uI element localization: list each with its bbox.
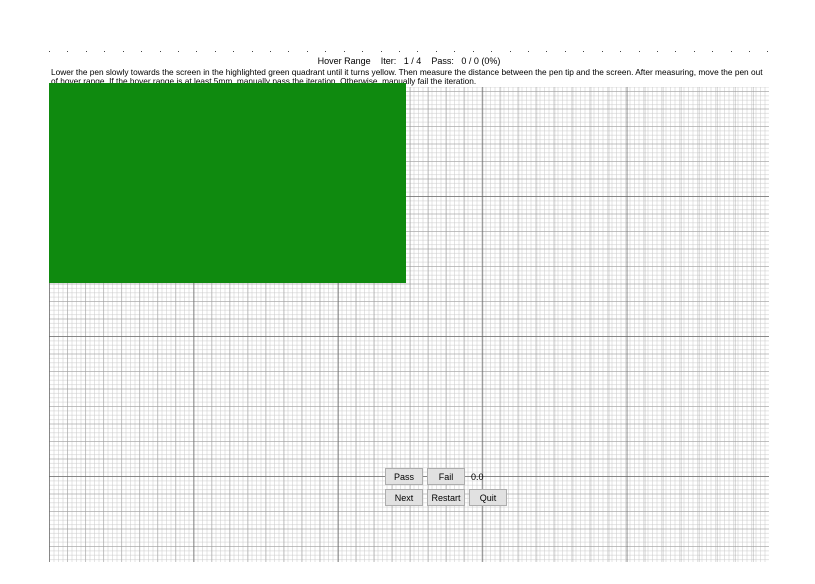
fail-button[interactable]: Fail	[427, 468, 465, 485]
iter-label: Iter:	[381, 56, 397, 66]
iter-value: 1 / 4	[404, 56, 422, 66]
pass-value: 0 / 0 (0%)	[461, 56, 500, 66]
quit-button[interactable]: Quit	[469, 489, 507, 506]
control-panel: Pass Fail 0.0 Next Restart Quit	[385, 468, 525, 510]
test-stage: Hover Range Iter: 1 / 4 Pass: 0 / 0 (0%)…	[49, 56, 769, 562]
target-quadrant[interactable]	[49, 83, 406, 283]
next-button[interactable]: Next	[385, 489, 423, 506]
pass-label: Pass:	[431, 56, 454, 66]
pass-button[interactable]: Pass	[385, 468, 423, 485]
distance-readout: 0.0	[469, 472, 491, 482]
restart-button[interactable]: Restart	[427, 489, 465, 506]
test-name: Hover Range	[318, 56, 371, 66]
